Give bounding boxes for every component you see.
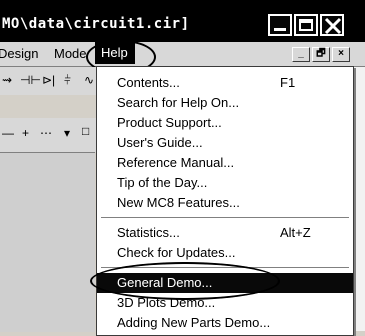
- capacitor-icon[interactable]: ⊣⊢: [20, 73, 41, 87]
- maximize-icon[interactable]: [294, 14, 318, 36]
- wire-icon[interactable]: —: [2, 126, 14, 140]
- menu-item-statistics[interactable]: Statistics... Alt+Z: [97, 223, 353, 243]
- menu-item-check-updates[interactable]: Check for Updates...: [97, 243, 353, 263]
- menu-item-adding-parts-demo[interactable]: Adding New Parts Demo...: [97, 313, 353, 333]
- help-dropdown-menu: Contents... F1 Search for Help On... Pro…: [96, 66, 354, 336]
- menu-separator: [101, 267, 349, 269]
- menu-item-search-help[interactable]: Search for Help On...: [97, 93, 353, 113]
- close-icon[interactable]: [320, 14, 344, 36]
- menu-item-reference-manual[interactable]: Reference Manual...: [97, 153, 353, 173]
- minimize-icon[interactable]: [268, 14, 292, 36]
- menu-separator: [101, 217, 349, 219]
- mdi-restore-icon[interactable]: 🗗: [312, 47, 330, 62]
- menu-help[interactable]: Help: [95, 42, 135, 64]
- window-title: MO\data\circuit1.cir]: [2, 16, 190, 32]
- menu-item-tip-of-the-day[interactable]: Tip of the Day...: [97, 173, 353, 193]
- resistor-icon[interactable]: ⇝: [2, 73, 12, 87]
- menu-bar: Design Mode Help _ 🗗 ×: [0, 42, 365, 67]
- grid-icon[interactable]: ⋯: [40, 126, 52, 140]
- schematic-workspace[interactable]: [0, 152, 95, 332]
- menu-item-general-demo[interactable]: General Demo...: [97, 273, 353, 293]
- junction-icon[interactable]: +: [22, 126, 29, 140]
- menu-mode[interactable]: Mode: [54, 46, 87, 61]
- drawing-toolbar: — + ⋯ ▾ □: [0, 118, 100, 152]
- menu-item-users-guide[interactable]: User's Guide...: [97, 133, 353, 153]
- menu-item-3d-plots-demo[interactable]: 3D Plots Demo...: [97, 293, 353, 313]
- mdi-minimize-icon[interactable]: _: [292, 47, 310, 62]
- inductor-icon[interactable]: ∿: [84, 73, 94, 87]
- title-bar: MO\data\circuit1.cir]: [0, 0, 365, 42]
- transistor-icon[interactable]: ⫩: [64, 73, 71, 88]
- menu-design[interactable]: Design: [0, 46, 38, 61]
- menu-item-contents[interactable]: Contents... F1: [97, 73, 353, 93]
- component-toolbar: ⇝ ⊣⊢ ⊳| ⫩ ∿: [0, 67, 100, 95]
- chevron-down-icon[interactable]: ▾: [64, 126, 70, 140]
- box-icon[interactable]: □: [82, 124, 89, 138]
- menu-item-product-support[interactable]: Product Support...: [97, 113, 353, 133]
- mdi-close-icon[interactable]: ×: [332, 47, 350, 62]
- menu-item-new-features[interactable]: New MC8 Features...: [97, 193, 353, 213]
- diode-icon[interactable]: ⊳|: [42, 73, 55, 87]
